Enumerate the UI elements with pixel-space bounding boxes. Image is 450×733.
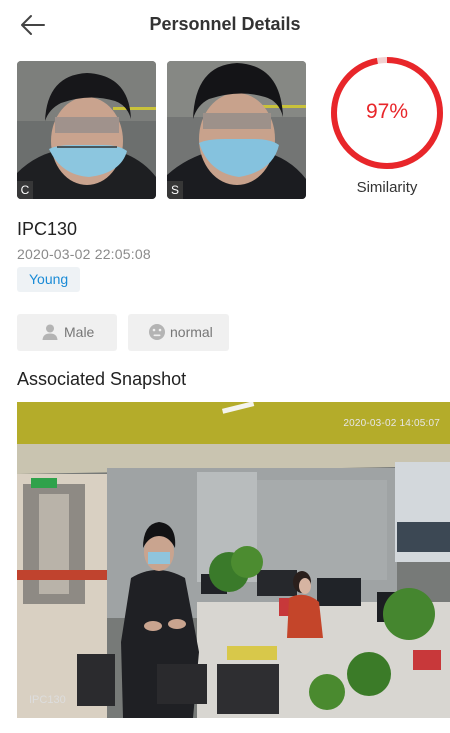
associated-snapshot[interactable]: 2020-03-02 14:05:07 IPC130 — [17, 402, 450, 718]
stored-face-photo[interactable]: S — [167, 61, 306, 199]
stored-face-image — [167, 61, 306, 199]
header-bar: Personnel Details — [0, 0, 450, 50]
gender-label: Male — [64, 324, 95, 340]
face-neutral-icon — [149, 324, 165, 340]
captured-face-image — [17, 61, 156, 199]
device-name: IPC130 — [17, 219, 78, 239]
snapshot-timestamp: 2020-03-02 14:05:07 — [343, 418, 440, 429]
person-icon — [42, 324, 58, 340]
similarity-label: Similarity — [356, 179, 418, 196]
expression-label: normal — [170, 324, 213, 340]
capture-type-tag: C — [17, 181, 33, 199]
similarity-gauge: 97% — [330, 56, 444, 170]
expression-attribute: normal — [128, 314, 229, 351]
page-title: Personnel Details — [149, 14, 301, 34]
captured-face-photo[interactable]: C — [17, 61, 156, 199]
similarity-value: 97% — [365, 100, 409, 123]
gender-attribute: Male — [17, 314, 117, 351]
section-title: Associated Snapshot — [17, 369, 187, 389]
age-tag: Young — [17, 267, 81, 292]
snapshot-image — [17, 402, 450, 718]
capture-timestamp: 2020-03-02 22:05:08 — [17, 246, 151, 262]
source-type-tag: S — [167, 181, 183, 199]
snapshot-camera-label: IPC130 — [29, 694, 66, 706]
